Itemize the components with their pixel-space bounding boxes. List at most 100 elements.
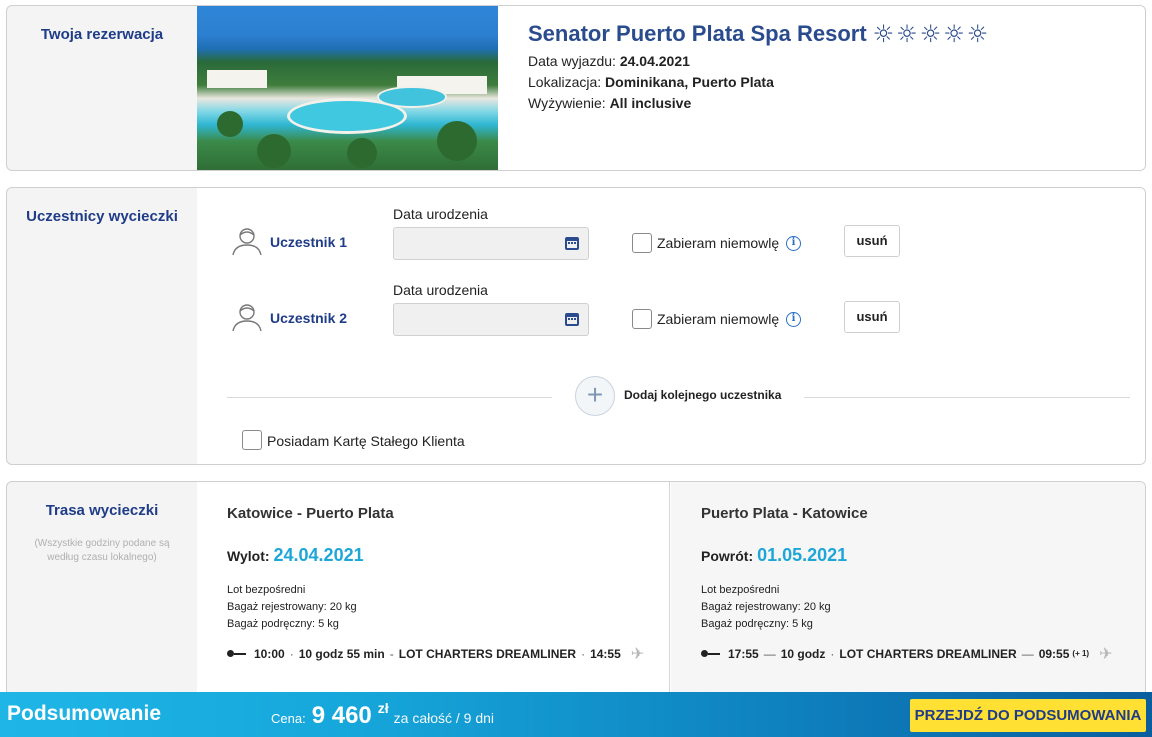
location-label: Lokalizacja: xyxy=(528,74,602,90)
birthdate-input[interactable] xyxy=(393,303,589,336)
plane-icon: ✈ xyxy=(1099,644,1113,663)
birthdate-input[interactable] xyxy=(393,227,589,260)
departure-date-value: 24.04.2021 xyxy=(619,53,690,69)
remove-participant-button[interactable]: usuń xyxy=(844,225,900,257)
hand-baggage: Bagaż podręczny: 5 kg xyxy=(227,618,339,630)
location-line: Lokalizacja: Dominikana, Puerto Plata xyxy=(528,74,990,90)
birthdate-label: Data urodzenia xyxy=(393,282,488,298)
infant-label: Zabieram niemowlę xyxy=(657,235,780,251)
hand-baggage: Bagaż podręczny: 5 kg xyxy=(701,618,813,630)
board-line: Wyżywienie: All inclusive xyxy=(528,95,990,111)
person-icon xyxy=(232,228,262,256)
hotel-building xyxy=(207,70,267,88)
calendar-icon[interactable] xyxy=(565,237,579,250)
arrival-day-offset: (+ 1) xyxy=(1072,649,1090,658)
club-card-checkbox[interactable] xyxy=(242,430,262,450)
board-label: Wyżywienie: xyxy=(528,95,606,111)
price-label: Cena: xyxy=(271,711,306,726)
participants-section-label: Uczestnicy wycieczki xyxy=(26,208,178,225)
reservation-section-label: Twoja rezerwacja xyxy=(40,26,164,43)
outbound-flight-line: 10:00 · 10 godz 55 min - LOT CHARTERS DR… xyxy=(227,644,644,663)
birthdate-label: Data urodzenia xyxy=(393,206,488,222)
return-details: Lot bezpośredni Bagaż rejestrowany: 20 k… xyxy=(701,582,831,633)
palm-tree xyxy=(257,134,291,168)
separator: - xyxy=(389,646,394,661)
palm-tree xyxy=(437,121,477,161)
separator: · xyxy=(289,646,294,661)
club-card-label: Posiadam Kartę Stałego Klienta xyxy=(267,433,465,449)
participant-name: Uczestnik 2 xyxy=(270,310,348,326)
go-to-summary-button[interactable]: PRZEJDŹ DO PODSUMOWANIA xyxy=(910,699,1146,732)
outbound-date: Wylot: 24.04.2021 xyxy=(227,545,364,566)
arrival-time: 09:55 xyxy=(1038,646,1070,661)
hotel-name: Senator Puerto Plata Spa Resort xyxy=(528,21,867,46)
timeline-dot xyxy=(227,650,234,657)
checked-baggage: Bagaż rejestrowany: 20 kg xyxy=(227,601,357,613)
price-currency: zł xyxy=(377,700,389,716)
departure-time: 17:55 xyxy=(728,646,759,661)
person-icon xyxy=(232,304,262,332)
participants-card: Uczestnicy wycieczki Uczestnik 1 Data ur… xyxy=(6,187,1146,465)
checked-baggage: Bagaż rejestrowany: 20 kg xyxy=(701,601,831,613)
infant-checkbox[interactable] xyxy=(632,233,652,253)
carrier: LOT CHARTERS DREAMLINER xyxy=(839,646,1017,661)
reservation-body: Senator Puerto Plata Spa Resort ☼☼☼☼☼ Da… xyxy=(197,6,1145,170)
info-icon[interactable]: i xyxy=(786,312,801,327)
separator: · xyxy=(581,646,586,661)
separator: — xyxy=(1021,646,1034,661)
timeline-dash xyxy=(234,652,246,655)
divider xyxy=(804,397,1130,398)
flight-type: Lot bezpośredni xyxy=(701,584,780,596)
summary-bar: Podsumowanie Cena: 9 460 zł za całość / … xyxy=(0,692,1152,737)
price-value: 9 460 xyxy=(311,702,372,729)
participants-body: Uczestnik 1 Data urodzenia Zabieram niem… xyxy=(197,188,1145,464)
infant-checkbox[interactable] xyxy=(632,309,652,329)
return-date: Powrót: 01.05.2021 xyxy=(701,545,847,566)
palm-tree xyxy=(217,111,243,137)
plane-icon: ✈ xyxy=(630,644,645,663)
return-title: Puerto Plata - Katowice xyxy=(701,505,868,522)
timeline-dash xyxy=(708,652,720,655)
return-date-value: 01.05.2021 xyxy=(757,545,848,565)
hotel-info: Senator Puerto Plata Spa Resort ☼☼☼☼☼ Da… xyxy=(528,20,990,111)
pool xyxy=(377,86,447,108)
remove-participant-button[interactable]: usuń xyxy=(844,301,900,333)
infant-label: Zabieram niemowlę xyxy=(657,311,780,327)
divider xyxy=(227,397,552,398)
flight-type: Lot bezpośredni xyxy=(227,584,306,596)
sun-icon: ☼☼☼☼☼ xyxy=(872,20,991,48)
add-participant-label[interactable]: Dodaj kolejnego uczestnika xyxy=(624,388,781,402)
arrival-time: 14:55 xyxy=(590,646,621,661)
info-icon[interactable]: i xyxy=(786,236,801,251)
outbound-date-value: 24.04.2021 xyxy=(273,545,364,565)
carrier: LOT CHARTERS DREAMLINER xyxy=(398,646,577,661)
separator: — xyxy=(763,646,776,661)
participant-row: Uczestnik 2 Data urodzenia Zabieram niem… xyxy=(197,277,1145,337)
add-participant-icon[interactable]: + xyxy=(575,376,615,416)
route-section-label: Trasa wycieczki xyxy=(45,502,159,519)
reservation-card: Twoja rezerwacja Senator Puerto Plata Sp… xyxy=(6,5,1146,171)
participant-name: Uczestnik 1 xyxy=(270,234,348,250)
flight-duration: 10 godz 55 min xyxy=(298,646,385,661)
return-date-label: Powrót: xyxy=(701,548,754,564)
timeline-dot xyxy=(701,650,708,657)
departure-date-line: Data wyjazdu: 24.04.2021 xyxy=(528,53,990,69)
departure-date-label: Data wyjazdu: xyxy=(528,53,616,69)
return-flight-line: 17:55 — 10 godz · LOT CHARTERS DREAMLINE… xyxy=(701,644,1112,663)
board-value: All inclusive xyxy=(609,95,692,111)
outbound-details: Lot bezpośredni Bagaż rejestrowany: 20 k… xyxy=(227,582,357,633)
calendar-icon[interactable] xyxy=(565,313,579,326)
location-value: Dominikana, Puerto Plata xyxy=(605,74,774,90)
separator: · xyxy=(830,646,835,661)
flight-duration: 10 godz xyxy=(780,646,826,661)
summary-title: Podsumowanie xyxy=(7,702,162,725)
outbound-date-label: Wylot: xyxy=(227,548,270,564)
palm-tree xyxy=(347,138,377,168)
outbound-title: Katowice - Puerto Plata xyxy=(227,505,394,522)
hotel-name-row: Senator Puerto Plata Spa Resort ☼☼☼☼☼ xyxy=(528,20,990,48)
price-note: za całość / 9 dni xyxy=(393,710,495,726)
timezone-note: (Wszystkie godziny podane są według czas… xyxy=(34,538,170,563)
hotel-photo xyxy=(197,6,498,170)
price: Cena: 9 460 zł za całość / 9 dni xyxy=(271,700,495,730)
departure-time: 10:00 xyxy=(254,646,285,661)
